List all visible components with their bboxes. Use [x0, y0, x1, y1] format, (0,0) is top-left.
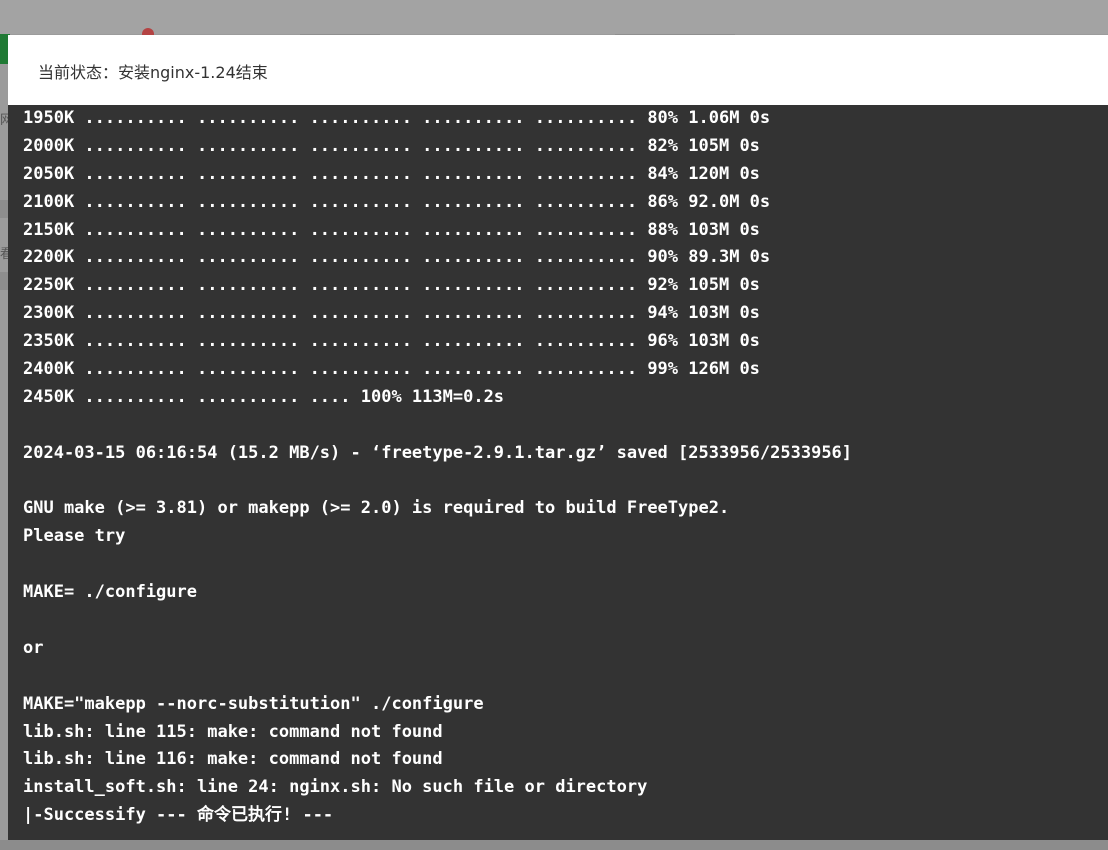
dialog-header: 当前状态：安装nginx-1.24结束: [8, 35, 1108, 105]
background-side-text: 看: [0, 247, 8, 262]
background-side-row: [0, 272, 8, 290]
background-side-text: 网: [0, 113, 8, 128]
log-line: 2450K .......... .......... .... 100% 11…: [23, 386, 505, 407]
log-line: 2050K .......... .......... .......... .…: [23, 163, 760, 184]
current-status-text: 当前状态：安装nginx-1.24结束: [38, 63, 268, 82]
background-bottom-strip: [0, 840, 1108, 850]
log-line: 2150K .......... .......... .......... .…: [23, 219, 760, 240]
log-line: 1950K .......... .......... .......... .…: [23, 108, 771, 128]
install-status-dialog: 当前状态：安装nginx-1.24结束 1950K .......... ...…: [8, 35, 1108, 840]
terminal-output[interactable]: 1950K .......... .......... .......... .…: [8, 105, 1108, 840]
log-line: MAKE="makepp --norc-substitution" ./conf…: [23, 693, 484, 714]
log-line: install_soft.sh: line 24: nginx.sh: No s…: [23, 777, 648, 798]
log-lines: 1950K .......... .......... .......... .…: [23, 105, 1108, 830]
log-line: 2400K .......... .......... .......... .…: [23, 359, 760, 380]
log-line: 2200K .......... .......... .......... .…: [23, 247, 771, 268]
log-line: lib.sh: line 116: make: command not foun…: [23, 749, 443, 770]
log-line: Please try: [23, 526, 126, 547]
log-line: 2100K .......... .......... .......... .…: [23, 191, 771, 212]
background-side-row: [0, 200, 8, 218]
log-line: 2300K .......... .......... .......... .…: [23, 303, 760, 324]
log-line: or: [23, 637, 44, 658]
log-line: GNU make (>= 3.81) or makepp (>= 2.0) is…: [23, 498, 730, 519]
log-line: MAKE= ./configure: [23, 582, 197, 603]
log-line: lib.sh: line 115: make: command not foun…: [23, 721, 443, 742]
log-line: |-Successify --- 命令已执行! ---: [23, 805, 334, 826]
log-line: 2024-03-15 06:16:54 (15.2 MB/s) - ‘freet…: [23, 442, 853, 463]
log-line: 2000K .......... .......... .......... .…: [23, 135, 760, 156]
log-line: 2250K .......... .......... .......... .…: [23, 275, 760, 296]
log-line: 2350K .......... .......... .......... .…: [23, 331, 760, 352]
background-topbar: [0, 0, 1108, 34]
